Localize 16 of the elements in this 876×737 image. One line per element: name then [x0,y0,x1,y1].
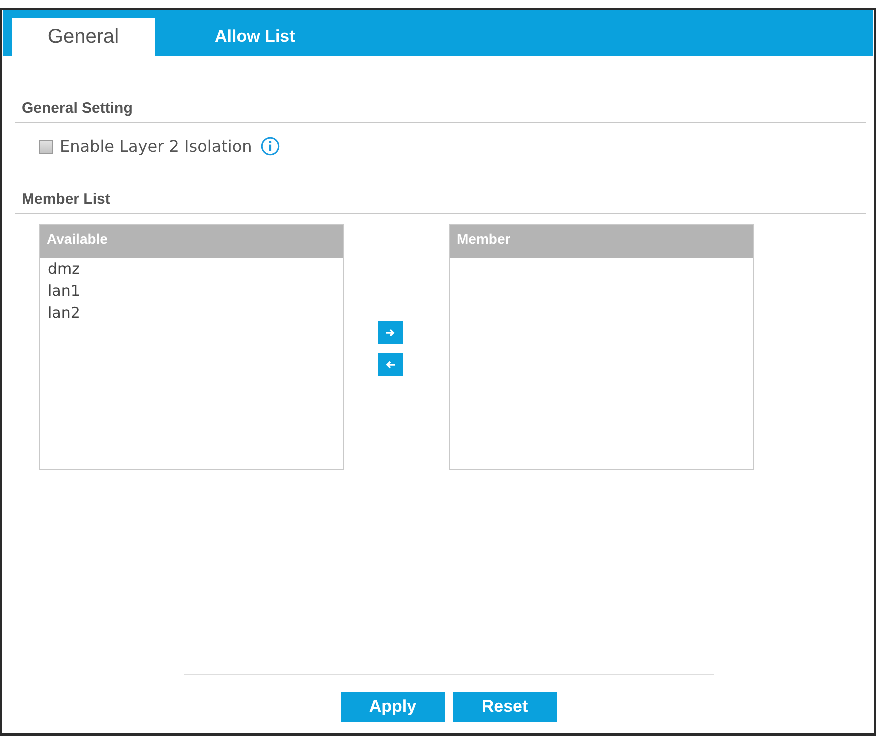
section-heading: General Setting [15,100,866,123]
move-left-button[interactable] [378,353,403,376]
list-item[interactable]: lan1 [40,280,343,302]
list-box[interactable]: Available dmz lan1 lan2 [39,224,344,470]
checkbox-label: Enable Layer 2 Isolation [60,137,252,156]
list-item[interactable]: lan2 [40,302,343,324]
list-header: Member [450,225,753,258]
info-icon[interactable] [261,137,280,156]
move-right-button[interactable] [378,321,403,344]
list-header: Available [40,225,343,258]
section-heading: Member List [15,191,866,214]
list-item[interactable]: dmz [40,258,343,280]
checkbox[interactable] [39,140,53,154]
tab[interactable]: General [12,18,155,56]
left-arrow-icon [386,360,395,368]
right-arrow-icon [386,328,395,336]
